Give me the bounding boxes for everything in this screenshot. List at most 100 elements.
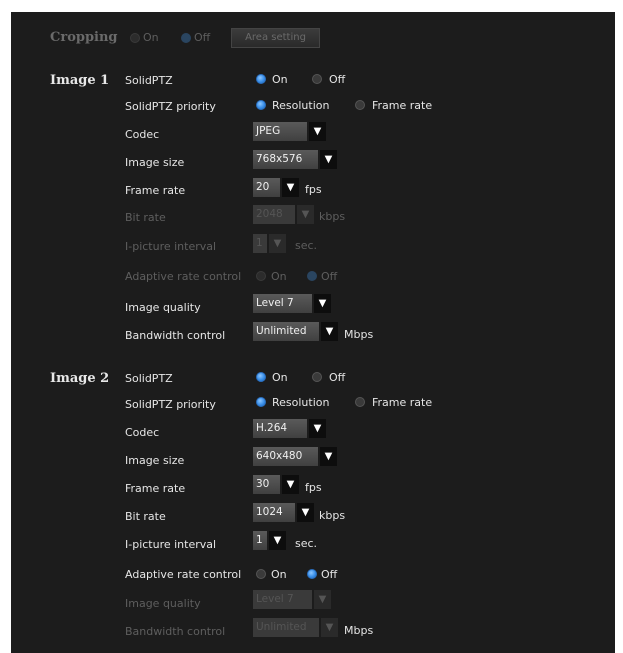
image2-frame-rate-unit: fps (305, 481, 322, 494)
image1-solidptz-on-label: On (272, 73, 288, 86)
image2-solidptz-on-radio[interactable] (256, 372, 266, 382)
image2-ipicture-unit: sec. (295, 537, 318, 550)
image1-bit-rate-label: Bit rate (125, 211, 166, 224)
image1-priority-resolution-radio[interactable] (256, 100, 266, 110)
image2-title: Image 2 (50, 371, 110, 386)
image1-bandwidth-label: Bandwidth control (125, 329, 226, 342)
image2-bit-rate-unit: kbps (319, 509, 346, 522)
image2-image-size-value: 640x480 (253, 447, 318, 466)
image2-adaptive-on-label: On (271, 568, 287, 581)
image1-priority-label: SolidPTZ priority (125, 100, 216, 113)
image1-frame-rate-label: Frame rate (125, 184, 186, 197)
image1-bit-rate-value: 2048 (253, 205, 295, 224)
image2-bandwidth-value: Unlimited (253, 618, 319, 637)
image1-priority-framerate-label: Frame rate (372, 99, 433, 112)
image1-solidptz-off-label: Off (329, 73, 346, 86)
image2-frame-rate-select[interactable]: 30 ▼ (253, 475, 299, 494)
image2-ipicture-value: 1 (253, 531, 267, 550)
chevron-down-icon: ▼ (269, 531, 286, 550)
chevron-down-icon: ▼ (321, 618, 338, 637)
image2-priority-label: SolidPTZ priority (125, 398, 216, 411)
image2-priority-framerate-radio[interactable] (355, 397, 365, 407)
image1-adaptive-on-radio[interactable] (256, 271, 266, 281)
image1-ipicture-label: I-picture interval (125, 240, 217, 253)
image1-title: Image 1 (50, 73, 110, 88)
cropping-off-radio[interactable] (181, 33, 191, 43)
image2-priority-framerate-label: Frame rate (372, 396, 433, 409)
image1-quality-label: Image quality (125, 301, 201, 314)
cropping-title: Cropping (50, 30, 118, 45)
image2-bit-rate-value: 1024 (253, 503, 295, 522)
image2-frame-rate-label: Frame rate (125, 482, 186, 495)
image2-bandwidth-select[interactable]: Unlimited ▼ (253, 618, 338, 637)
image1-quality-value: Level 7 (253, 294, 312, 313)
image1-codec-value: JPEG (253, 122, 307, 141)
chevron-down-icon: ▼ (297, 503, 314, 522)
image2-codec-select[interactable]: H.264 ▼ (253, 419, 326, 438)
image1-bandwidth-select[interactable]: Unlimited ▼ (253, 322, 338, 341)
image2-bandwidth-label: Bandwidth control (125, 625, 226, 638)
image2-adaptive-on-radio[interactable] (256, 569, 266, 579)
image2-solidptz-label: SolidPTZ (125, 372, 173, 385)
chevron-down-icon: ▼ (320, 150, 337, 169)
image2-frame-rate-value: 30 (253, 475, 280, 494)
image2-ipicture-label: I-picture interval (125, 538, 217, 551)
image2-image-size-label: Image size (125, 454, 185, 467)
image1-priority-framerate-radio[interactable] (355, 100, 365, 110)
image1-bandwidth-value: Unlimited (253, 322, 319, 341)
image1-image-size-label: Image size (125, 156, 185, 169)
cropping-off-label: Off (194, 31, 211, 44)
image1-frame-rate-unit: fps (305, 183, 322, 196)
chevron-down-icon: ▼ (309, 122, 326, 141)
image2-solidptz-off-label: Off (329, 371, 346, 384)
chevron-down-icon: ▼ (321, 322, 338, 341)
chevron-down-icon: ▼ (297, 205, 314, 224)
image2-codec-label: Codec (125, 426, 160, 439)
image2-solidptz-on-label: On (272, 371, 288, 384)
chevron-down-icon: ▼ (282, 475, 299, 494)
image2-codec-value: H.264 (253, 419, 307, 438)
image1-bit-rate-unit: kbps (319, 210, 346, 223)
image1-solidptz-on-radio[interactable] (256, 74, 266, 84)
image2-bit-rate-label: Bit rate (125, 510, 166, 523)
image2-priority-resolution-label: Resolution (272, 396, 330, 409)
chevron-down-icon: ▼ (314, 294, 331, 313)
chevron-down-icon: ▼ (314, 590, 331, 609)
cropping-on-label: On (143, 31, 159, 44)
image2-image-size-select[interactable]: 640x480 ▼ (253, 447, 337, 466)
image1-bandwidth-unit: Mbps (344, 328, 374, 341)
image1-adaptive-off-label: Off (321, 270, 338, 283)
chevron-down-icon: ▼ (309, 419, 326, 438)
image1-codec-select[interactable]: JPEG ▼ (253, 122, 326, 141)
image2-adaptive-off-label: Off (321, 568, 338, 581)
image1-solidptz-label: SolidPTZ (125, 74, 173, 87)
image1-solidptz-off-radio[interactable] (312, 74, 322, 84)
image1-frame-rate-value: 20 (253, 178, 280, 197)
image2-quality-select[interactable]: Level 7 ▼ (253, 590, 331, 609)
image1-adaptive-label: Adaptive rate control (125, 270, 242, 283)
image2-priority-resolution-radio[interactable] (256, 397, 266, 407)
image1-codec-label: Codec (125, 128, 160, 141)
image1-ipicture-unit: sec. (295, 239, 318, 252)
image2-solidptz-off-radio[interactable] (312, 372, 322, 382)
chevron-down-icon: ▼ (282, 178, 299, 197)
area-setting-button[interactable]: Area setting (231, 28, 320, 48)
image2-adaptive-off-radio[interactable] (307, 569, 317, 579)
image2-adaptive-label: Adaptive rate control (125, 568, 242, 581)
cropping-on-radio[interactable] (130, 33, 140, 43)
image1-ipicture-select[interactable]: 1 ▼ (253, 234, 286, 253)
image1-adaptive-on-label: On (271, 270, 287, 283)
image1-adaptive-off-radio[interactable] (307, 271, 317, 281)
image1-frame-rate-select[interactable]: 20 ▼ (253, 178, 299, 197)
image2-bandwidth-unit: Mbps (344, 624, 374, 637)
image2-quality-value: Level 7 (253, 590, 312, 609)
image1-priority-resolution-label: Resolution (272, 99, 330, 112)
image2-ipicture-select[interactable]: 1 ▼ (253, 531, 286, 550)
image1-quality-select[interactable]: Level 7 ▼ (253, 294, 331, 313)
image2-quality-label: Image quality (125, 597, 201, 610)
image1-bit-rate-select[interactable]: 2048 ▼ (253, 205, 314, 224)
image2-bit-rate-select[interactable]: 1024 ▼ (253, 503, 314, 522)
chevron-down-icon: ▼ (320, 447, 337, 466)
image1-image-size-value: 768x576 (253, 150, 318, 169)
image1-image-size-select[interactable]: 768x576 ▼ (253, 150, 337, 169)
